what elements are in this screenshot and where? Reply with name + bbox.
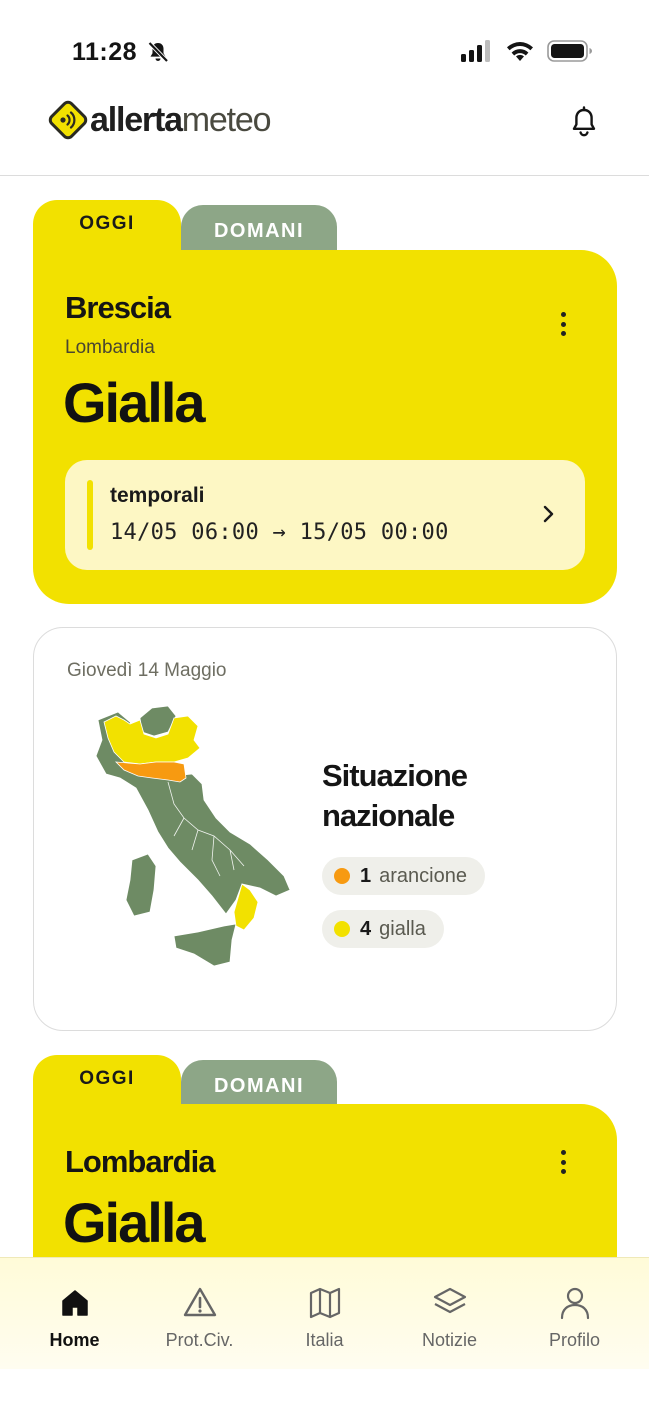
orange-dot-icon (334, 868, 350, 884)
logo-text-bold: allerta (90, 101, 183, 139)
yellow-label: gialla (379, 917, 426, 940)
notifications-bell-icon[interactable] (569, 106, 599, 140)
orange-count-pill: 1 arancione (322, 857, 485, 895)
nav-italia[interactable]: Italia (270, 1258, 380, 1351)
status-time: 11:28 (72, 38, 138, 66)
yellow-count: 4 (360, 917, 372, 940)
yellow-dot-icon (334, 921, 350, 937)
map-icon (309, 1287, 340, 1319)
app-logo[interactable]: allertameteo (48, 100, 272, 140)
yellow-count-pill: 4 gialla (322, 910, 444, 948)
city-region: Lombardia (65, 337, 155, 358)
battery-icon (547, 40, 592, 62)
nav-home-label: Home (49, 1330, 100, 1350)
region-name: Lombardia (65, 1144, 215, 1179)
nav-profilo[interactable]: Profilo (520, 1258, 630, 1351)
chevron-right-icon (543, 505, 554, 523)
status-bar: 11:28 (0, 0, 649, 100)
app-header: allertameteo (0, 86, 649, 176)
italy-map[interactable] (64, 700, 304, 980)
national-title: Situazione nazionale (322, 758, 468, 833)
nav-protezione-civile[interactable]: Prot.Civ. (145, 1258, 255, 1351)
nav-notizie-label: Notizie (421, 1330, 478, 1350)
wifi-icon (507, 42, 533, 61)
nav-notizie[interactable]: Notizie (395, 1258, 505, 1351)
cellular-signal-icon (461, 40, 490, 62)
region-alert-level: Gialla (63, 1191, 206, 1254)
nav-italia-label: Italia (305, 1330, 344, 1350)
orange-count: 1 (360, 864, 372, 887)
nav-protezione-civile-label: Prot.Civ. (165, 1330, 234, 1350)
home-icon (61, 1290, 88, 1316)
map-region-sardegna (125, 853, 157, 917)
nav-home[interactable]: Home (20, 1258, 130, 1351)
bottom-navigation: Home Prot.Civ. Italia Notizie Profilo (0, 1257, 649, 1369)
user-icon (560, 1287, 589, 1320)
event-color-bar (87, 480, 93, 550)
warning-triangle-icon (183, 1287, 216, 1317)
more-options-icon[interactable] (553, 310, 573, 338)
map-region-sicilia (173, 923, 237, 967)
alert-level: Gialla (63, 371, 206, 434)
event-time-range: 14/05 06:00 → 15/05 00:00 (110, 520, 449, 545)
bell-off-icon (148, 41, 169, 63)
national-situation-card[interactable]: Giovedì 14 Maggio Situazione nazionale 1… (33, 627, 617, 1031)
event-title: temporali (110, 484, 205, 507)
home-indicator-area (0, 1369, 649, 1409)
city-name: Brescia (65, 290, 171, 325)
region-more-options-icon[interactable] (553, 1148, 573, 1176)
layers-icon (433, 1287, 466, 1314)
orange-label: arancione (379, 864, 467, 887)
national-date: Giovedì 14 Maggio (67, 660, 227, 681)
logo-text-light: meteo (181, 101, 272, 139)
alert-logo-icon (48, 100, 88, 140)
nav-profilo-label: Profilo (548, 1330, 601, 1350)
status-indicators (461, 40, 593, 62)
city-alert-card[interactable]: Brescia Lombardia Gialla temporali 14/05… (33, 250, 617, 604)
alert-event-row[interactable]: temporali 14/05 06:00 → 15/05 00:00 (65, 460, 585, 570)
